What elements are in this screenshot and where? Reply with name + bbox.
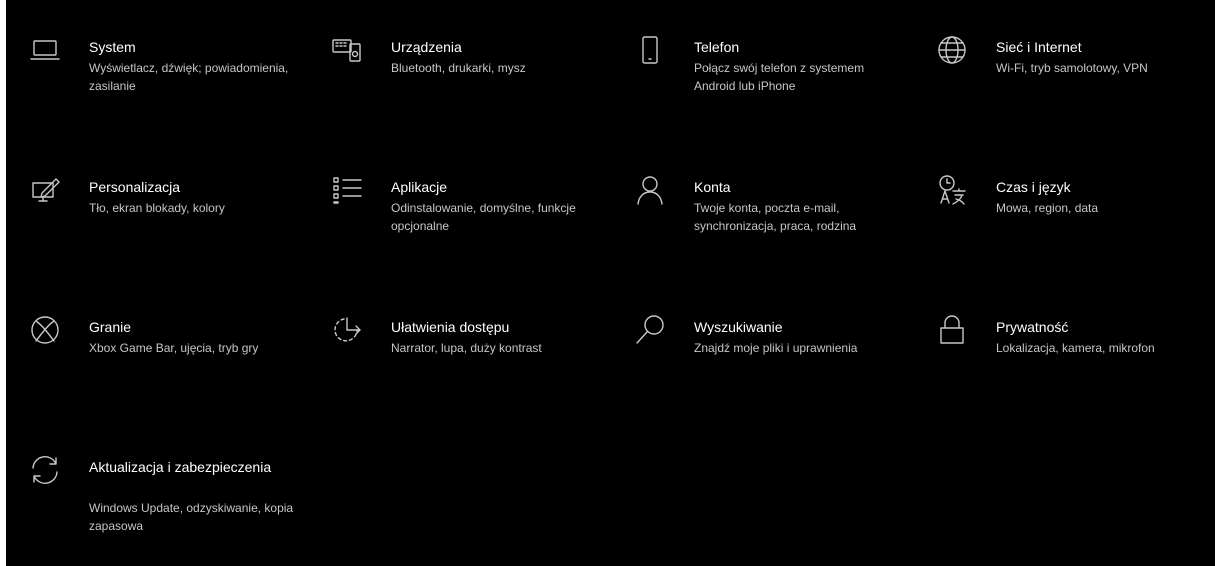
tile-title: Aktualizacja i zabezpieczenia [89, 459, 272, 475]
tile-description: Odinstalowanie, domyślne, funkcje opcjon… [391, 201, 576, 233]
tile-description: Xbox Game Bar, ujęcia, tryb gry [89, 341, 259, 355]
tile-title: Ułatwienia dostępu [391, 319, 510, 335]
tile-description: Połącz swój telefon z systemem Android l… [694, 61, 865, 93]
globe-icon [935, 33, 969, 67]
tile-title: Aplikacje [391, 179, 448, 195]
tile-phone[interactable]: Telefon Połącz swój telefon z systemem A… [611, 0, 901, 120]
tile-description: Mowa, region, data [996, 201, 1099, 215]
tile-search[interactable]: Wyszukiwanie Znajdź moje pliki i uprawni… [611, 280, 901, 400]
time-language-icon [935, 173, 969, 207]
tile-title: Prywatność [996, 319, 1069, 335]
ease-of-access-icon [330, 313, 364, 347]
tile-description: Lokalizacja, kamera, mikrofon [996, 341, 1155, 355]
personalization-icon [28, 173, 62, 207]
tile-gaming[interactable]: Granie Xbox Game Bar, ujęcia, tryb gry [6, 280, 296, 400]
tile-apps[interactable]: Aplikacje Odinstalowanie, domyślne, funk… [308, 140, 598, 260]
tile-ease-of-access[interactable]: Ułatwienia dostępu Narrator, lupa, duży … [308, 280, 598, 400]
tile-network[interactable]: Sieć i Internet Wi-Fi, tryb samolotowy, … [913, 0, 1203, 120]
tile-title: Konta [694, 179, 731, 195]
tile-update-security[interactable]: Aktualizacja i zabezpieczenia Windows Up… [6, 420, 296, 540]
tile-accounts[interactable]: Konta Twoje konta, poczta e-mail, synchr… [611, 140, 901, 260]
tile-privacy[interactable]: Prywatność Lokalizacja, kamera, mikrofon [913, 280, 1203, 400]
tile-time-language[interactable]: Czas i język Mowa, region, data [913, 140, 1203, 260]
tile-title: Personalizacja [89, 179, 181, 195]
tile-description: Twoje konta, poczta e-mail, synchronizac… [694, 201, 857, 233]
settings-category-grid: System Wyświetlacz, dźwięk; powiadomieni… [6, 0, 1215, 566]
tile-title: Granie [89, 319, 132, 335]
person-icon [633, 173, 667, 207]
tile-description: Znajdź moje pliki i uprawnienia [694, 341, 858, 355]
tile-title: Czas i język [996, 179, 1071, 195]
sync-icon [28, 453, 62, 487]
tile-title: System [89, 39, 136, 55]
lock-icon [935, 313, 969, 347]
tile-personalization[interactable]: Personalizacja Tło, ekran blokady, kolor… [6, 140, 296, 260]
tile-title: Sieć i Internet [996, 39, 1082, 55]
devices-icon [330, 33, 364, 67]
tile-system[interactable]: System Wyświetlacz, dźwięk; powiadomieni… [6, 0, 296, 120]
laptop-icon [28, 33, 62, 67]
tile-description: Wyświetlacz, dźwięk; powiadomienia, zasi… [89, 61, 289, 93]
tile-title: Wyszukiwanie [694, 319, 783, 335]
apps-list-icon [330, 173, 364, 207]
tile-title: Urządzenia [391, 39, 462, 55]
settings-home-panel: System Wyświetlacz, dźwięk; powiadomieni… [6, 0, 1215, 566]
tile-description: Wi-Fi, tryb samolotowy, VPN [996, 61, 1148, 75]
tile-description: Windows Update, odzyskiwanie, kopia zapa… [89, 501, 294, 533]
tile-description: Bluetooth, drukarki, mysz [391, 61, 526, 75]
search-icon [633, 313, 667, 347]
tile-title: Telefon [694, 39, 740, 55]
xbox-icon [28, 313, 62, 347]
phone-icon [633, 33, 667, 67]
tile-description: Narrator, lupa, duży kontrast [391, 341, 542, 355]
tile-devices[interactable]: Urządzenia Bluetooth, drukarki, mysz [308, 0, 598, 120]
tile-description: Tło, ekran blokady, kolory [89, 201, 225, 215]
